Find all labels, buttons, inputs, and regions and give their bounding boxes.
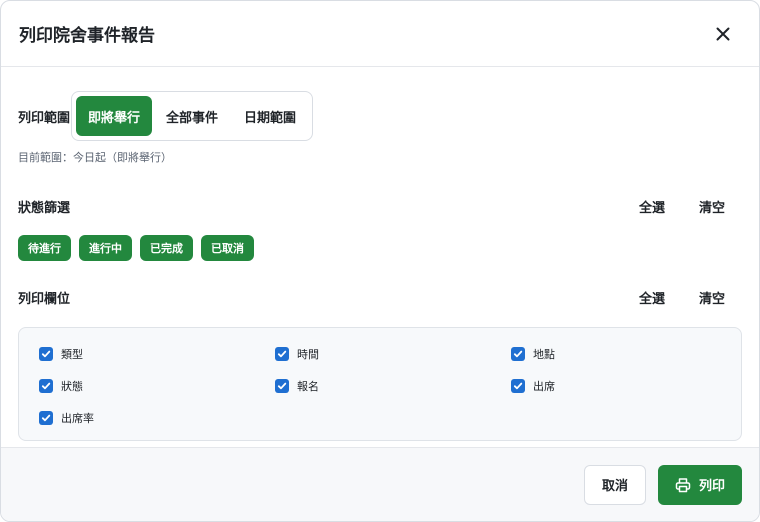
field-label: 時間 [297, 348, 319, 361]
status-clear-button[interactable]: 清空 [682, 191, 742, 222]
status-filter-label: 狀態篩選 [18, 200, 71, 216]
range-option-upcoming[interactable]: 即將舉行 [76, 96, 153, 136]
status-chip-cancelled[interactable]: 已取消 [201, 235, 254, 261]
checkbox[interactable] [511, 347, 525, 361]
check-icon [41, 414, 51, 422]
check-icon [277, 382, 287, 390]
check-icon [41, 382, 51, 390]
checkbox[interactable] [39, 379, 53, 393]
dialog-title: 列印院舍事件報告 [19, 26, 155, 46]
columns-actions: 全選 清空 [622, 282, 742, 313]
printer-icon [675, 477, 691, 492]
print-button[interactable]: 列印 [658, 464, 742, 505]
field-label: 報名 [297, 380, 319, 393]
columns-fields-grid: 類型 時間 地點 狀態 報名 出席 出席率 [39, 338, 721, 434]
status-chip-in-progress[interactable]: 進行中 [79, 235, 132, 261]
print-dialog: 列印院舍事件報告 列印範圍 即將舉行 全部事件 日期範圍 目前範圍：今日起（即將… [0, 0, 760, 522]
range-option-date[interactable]: 日期範圍 [232, 96, 308, 136]
status-select-all-button[interactable]: 全選 [622, 191, 682, 222]
status-chip-pending[interactable]: 待進行 [18, 235, 71, 261]
status-chip-completed[interactable]: 已完成 [140, 235, 193, 261]
columns-fields-box: 類型 時間 地點 狀態 報名 出席 出席率 [18, 327, 742, 441]
field-label: 出席 [533, 380, 555, 393]
check-icon [277, 350, 287, 358]
close-button[interactable] [709, 20, 737, 48]
field-label: 類型 [61, 348, 83, 361]
checkbox[interactable] [39, 347, 53, 361]
print-button-label: 列印 [698, 479, 725, 494]
check-icon [513, 382, 523, 390]
checkbox[interactable] [275, 347, 289, 361]
range-label: 列印範圍 [18, 110, 71, 126]
checkbox[interactable] [275, 379, 289, 393]
status-filter-actions: 全選 清空 [622, 191, 742, 222]
status-chips: 待進行 進行中 已完成 已取消 [18, 235, 742, 261]
field-type[interactable]: 類型 [39, 338, 275, 370]
field-label: 狀態 [61, 380, 83, 393]
columns-label: 列印欄位 [18, 291, 71, 307]
columns-header: 列印欄位 全選 清空 [18, 283, 742, 311]
field-attendance-rate[interactable]: 出席率 [39, 402, 275, 434]
field-registration[interactable]: 報名 [275, 370, 511, 402]
dialog-footer: 取消 列印 [1, 447, 759, 521]
field-status[interactable]: 狀態 [39, 370, 275, 402]
status-filter-header: 狀態篩選 全選 清空 [18, 192, 742, 220]
close-icon [716, 27, 730, 40]
check-icon [41, 350, 51, 358]
range-hint: 目前範圍：今日起（即將舉行） [18, 151, 172, 164]
field-attendance[interactable]: 出席 [511, 370, 711, 402]
range-row: 列印範圍 即將舉行 全部事件 日期範圍 [18, 91, 742, 141]
dialog-header: 列印院舍事件報告 [1, 1, 759, 67]
range-segmented-control: 即將舉行 全部事件 日期範圍 [71, 91, 314, 141]
dialog-body: 列印範圍 即將舉行 全部事件 日期範圍 目前範圍：今日起（即將舉行） 狀態篩選 … [1, 91, 759, 441]
columns-select-all-button[interactable]: 全選 [622, 282, 682, 313]
columns-clear-button[interactable]: 清空 [682, 282, 742, 313]
field-label: 地點 [533, 348, 555, 361]
check-icon [513, 350, 523, 358]
checkbox[interactable] [39, 411, 53, 425]
field-time[interactable]: 時間 [275, 338, 511, 370]
field-label: 出席率 [61, 412, 94, 425]
checkbox[interactable] [511, 379, 525, 393]
range-option-all[interactable]: 全部事件 [154, 96, 230, 136]
cancel-button[interactable]: 取消 [584, 464, 646, 505]
field-location[interactable]: 地點 [511, 338, 711, 370]
